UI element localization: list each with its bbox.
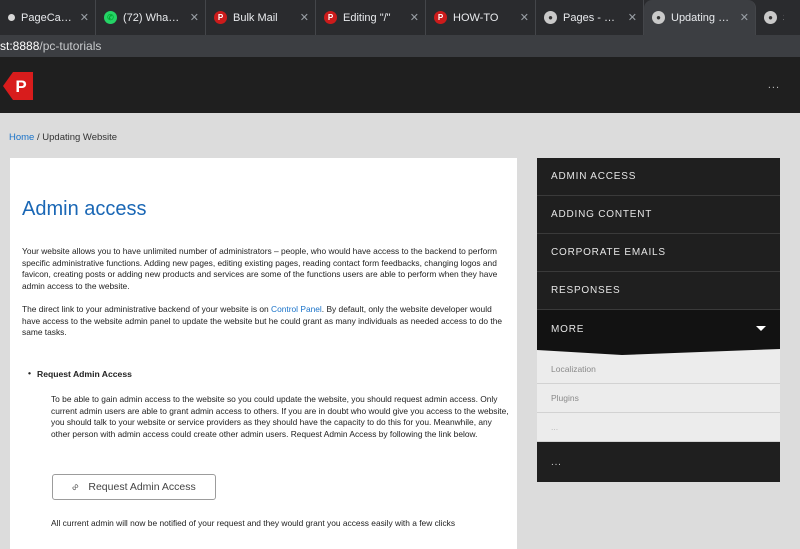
request-admin-access-button[interactable]: ∞ Request Admin Access — [52, 474, 216, 500]
page-title: Admin access — [22, 198, 147, 220]
close-icon[interactable]: ✕ — [182, 11, 199, 24]
submenu-item-localization[interactable]: Localization — [537, 355, 780, 384]
sidebar-item-admin-access[interactable]: ADMIN ACCESS — [537, 158, 780, 196]
site-header: P ... — [0, 57, 800, 113]
chevron-down-icon — [756, 326, 766, 331]
tab-title: Updating Webs — [671, 11, 732, 24]
close-icon[interactable]: ✕ — [620, 11, 637, 24]
close-icon[interactable]: ✕ — [292, 11, 309, 24]
address-host: st:8888 — [0, 39, 40, 53]
tab-title: Bulk Mail — [233, 11, 278, 24]
tab-title: PageCarton — [21, 11, 72, 24]
address-path: /pc-tutorials — [39, 39, 102, 53]
menu-ellipsis-button[interactable]: ... — [768, 79, 780, 91]
github-icon: ● — [652, 11, 665, 24]
submenu-item-plugins[interactable]: Plugins — [537, 384, 780, 413]
request-paragraph: To be able to gain admin access to the w… — [51, 394, 509, 439]
tab-title: Si — [783, 12, 784, 24]
tab-title: HOW-TO — [453, 11, 499, 24]
notify-paragraph: All current admin will now be notified o… — [51, 518, 456, 528]
breadcrumb: Home / Updating Website — [9, 132, 117, 143]
close-icon[interactable]: ✕ — [72, 11, 89, 24]
sidebar-item-more[interactable]: MORE — [537, 310, 780, 348]
close-icon[interactable]: ✕ — [512, 11, 529, 24]
sidebar-nav: ADMIN ACCESS ADDING CONTENT CORPORATE EM… — [537, 158, 780, 482]
browser-tab[interactable]: ● Pages - PageC ✕ — [536, 0, 644, 35]
sidebar-item-corporate-emails[interactable]: CORPORATE EMAILS — [537, 234, 780, 272]
dot-icon — [8, 14, 15, 21]
github-icon: ● — [764, 11, 777, 24]
logo-icon[interactable]: P — [3, 72, 33, 100]
submenu: Localization Plugins ... — [537, 348, 780, 442]
close-icon[interactable]: ✕ — [732, 11, 749, 24]
browser-tab-bar: PageCarton ✕ ✆ (72) WhatsApp ✕ P Bulk Ma… — [0, 0, 800, 35]
pagecarton-icon: P — [214, 11, 227, 24]
control-panel-link[interactable]: Control Panel — [271, 304, 322, 314]
link-icon: ∞ — [69, 480, 83, 494]
article-card: Admin access Your website allows you to … — [10, 158, 517, 549]
submenu-wedge — [537, 348, 780, 355]
breadcrumb-home-link[interactable]: Home — [9, 132, 34, 143]
breadcrumb-current: Updating Website — [42, 132, 118, 143]
more-label: MORE — [551, 323, 585, 335]
address-bar[interactable]: st:8888/pc-tutorials — [0, 35, 800, 57]
request-button-label: Request Admin Access — [88, 481, 196, 493]
browser-tab-active[interactable]: ● Updating Webs ✕ — [644, 0, 756, 35]
browser-tab[interactable]: P HOW-TO ✕ — [426, 0, 536, 35]
tab-title: (72) WhatsApp — [123, 11, 182, 24]
close-icon[interactable]: ✕ — [402, 11, 419, 24]
browser-tab[interactable]: ● Si — [756, 0, 790, 35]
github-icon: ● — [544, 11, 557, 24]
tab-title: Pages - PageC — [563, 11, 620, 24]
browser-tab[interactable]: P Bulk Mail ✕ — [206, 0, 316, 35]
logo-letter: P — [15, 77, 26, 96]
backend-paragraph: The direct link to your administrative b… — [22, 304, 506, 339]
pagecarton-icon: P — [434, 11, 447, 24]
tab-title: Editing "/" — [343, 11, 391, 24]
browser-tab[interactable]: PageCarton ✕ — [0, 0, 96, 35]
whatsapp-icon: ✆ — [104, 11, 117, 24]
pagecarton-icon: P — [324, 11, 337, 24]
sidebar-item-ellipsis[interactable]: ... — [537, 442, 780, 482]
breadcrumb-separator: / — [36, 132, 40, 143]
intro-paragraph: Your website allows you to have unlimite… — [22, 246, 498, 291]
sidebar-item-responses[interactable]: RESPONSES — [537, 272, 780, 310]
backend-text-start: The direct link to your administrative b… — [22, 304, 272, 314]
submenu-item-more[interactable]: ... — [537, 413, 780, 442]
browser-tab[interactable]: P Editing "/" ✕ — [316, 0, 426, 35]
sidebar-item-adding-content[interactable]: ADDING CONTENT — [537, 196, 780, 234]
browser-tab[interactable]: ✆ (72) WhatsApp ✕ — [96, 0, 206, 35]
list-item-title: Request Admin Access — [28, 368, 132, 379]
